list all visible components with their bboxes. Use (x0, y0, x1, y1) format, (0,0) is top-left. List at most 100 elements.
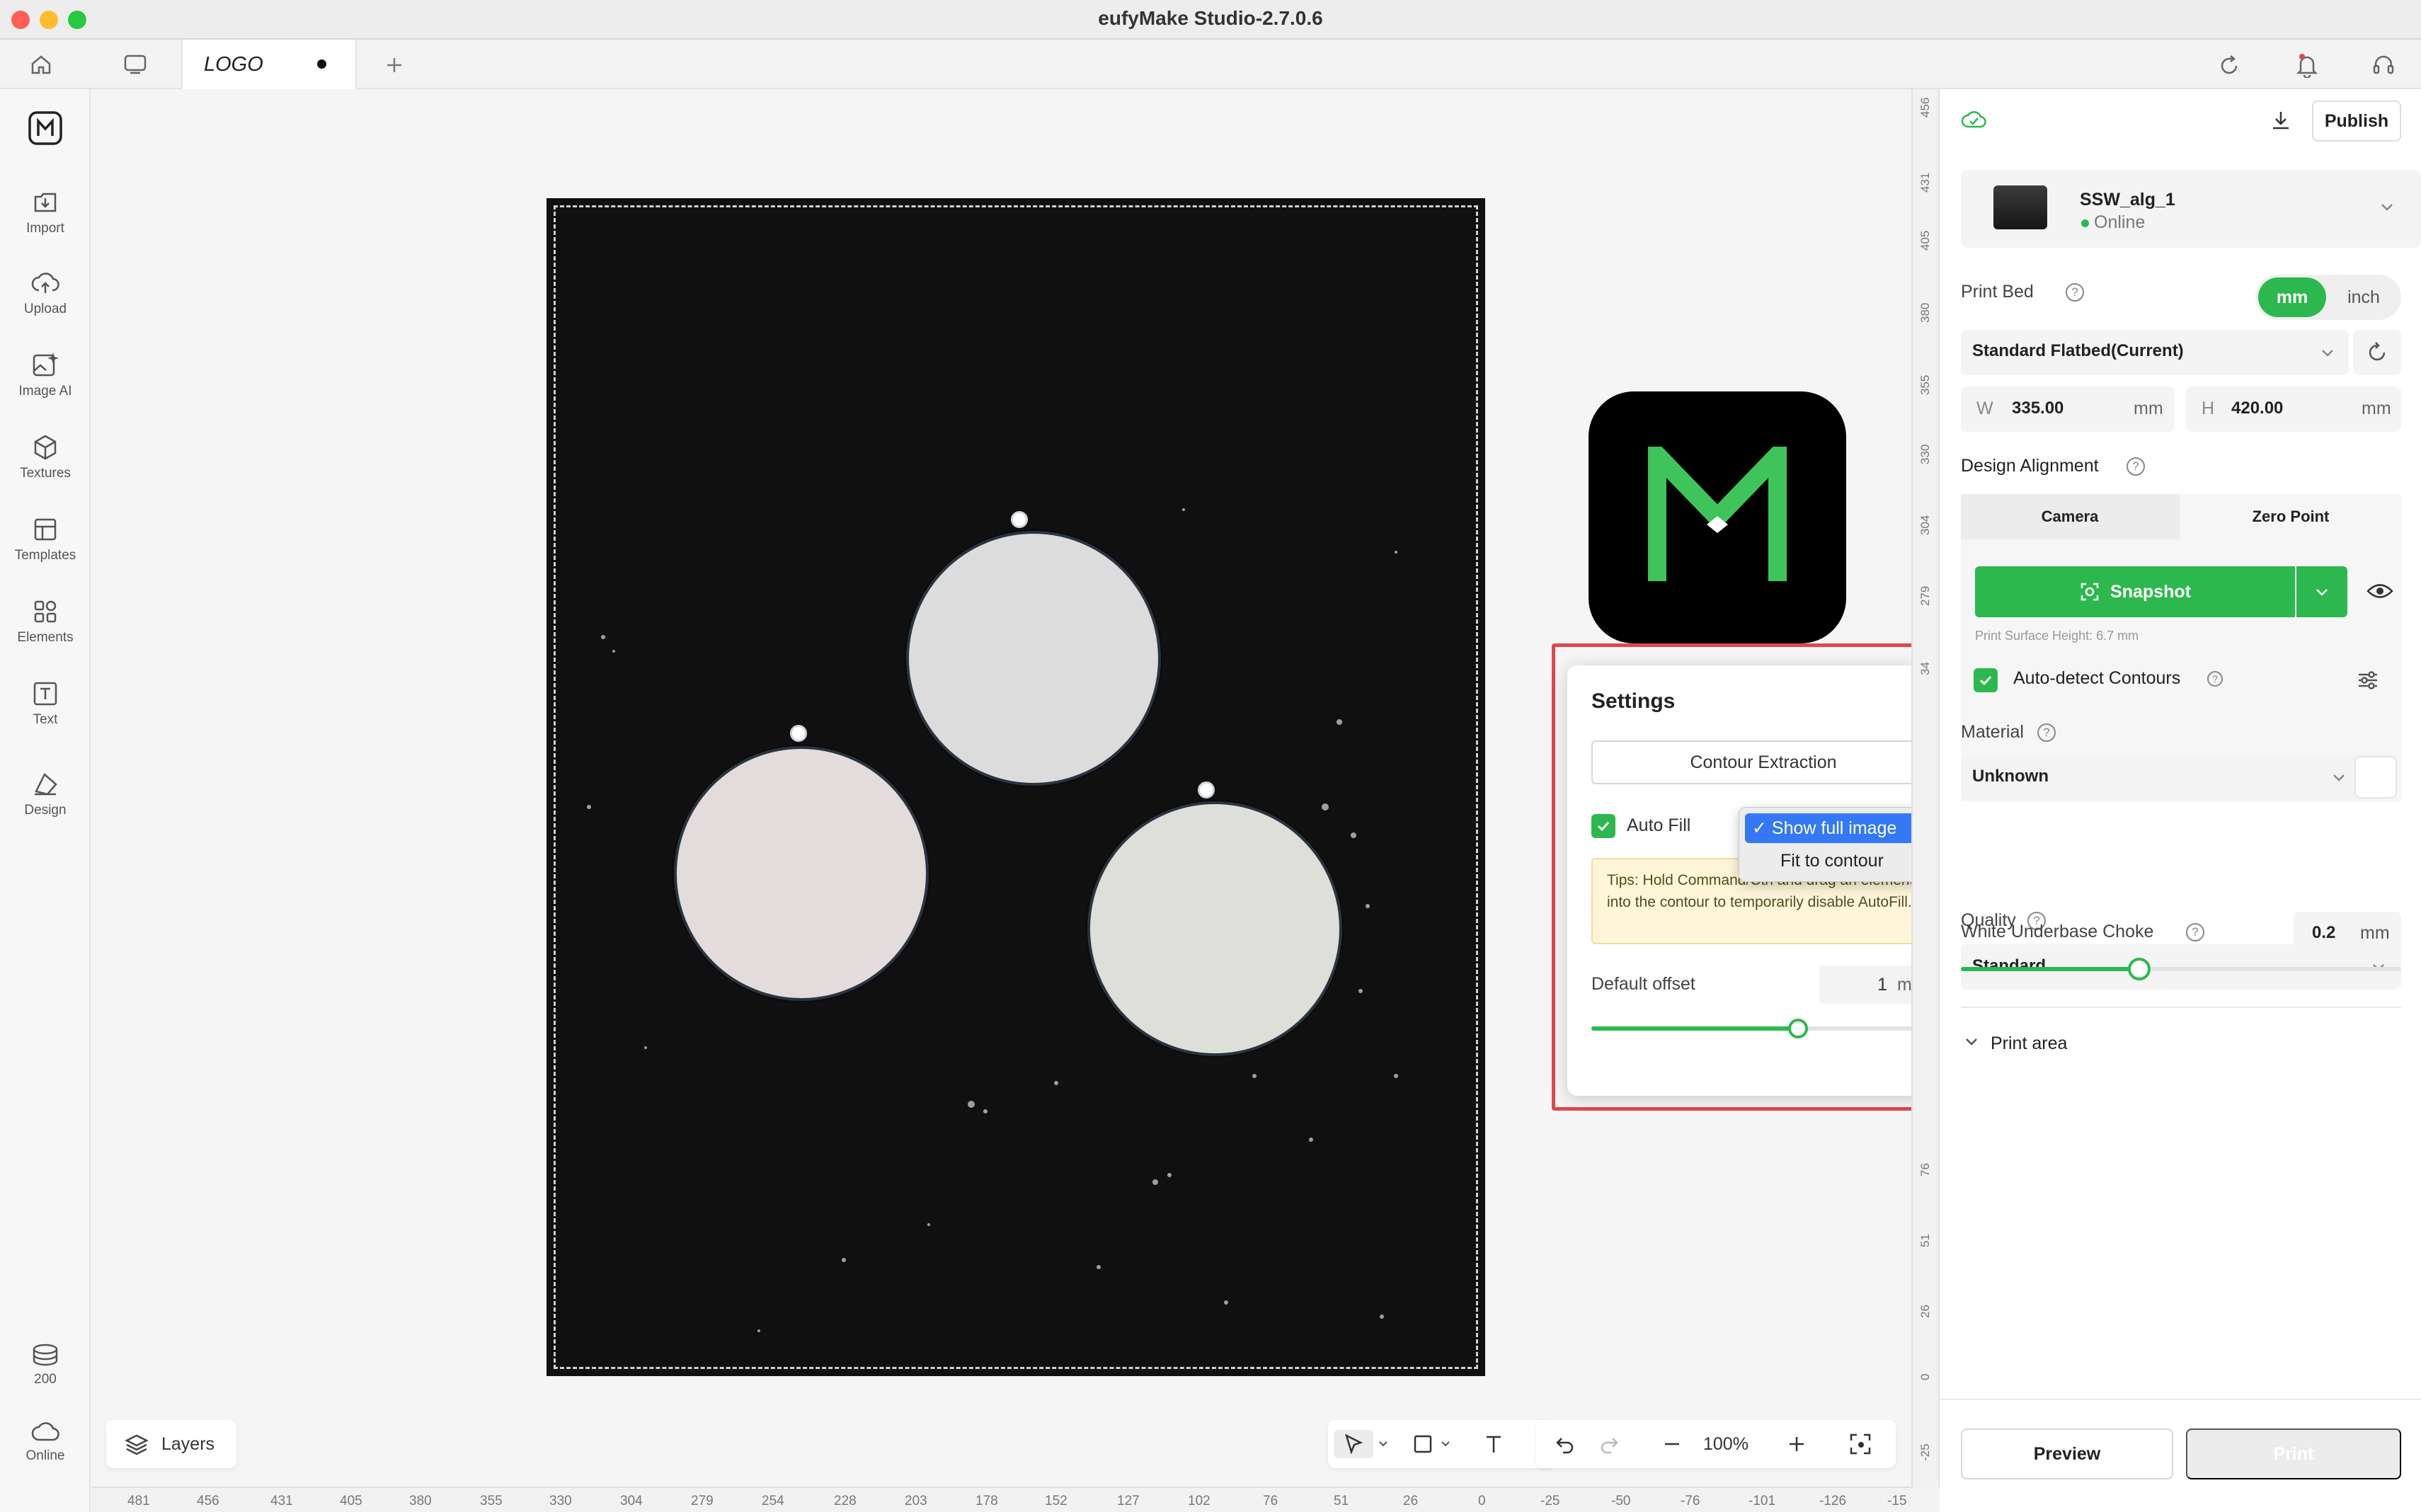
rectangle-tool[interactable] (1409, 1430, 1437, 1458)
unsaved-dot (317, 59, 326, 69)
chevron-down-icon (2330, 769, 2347, 789)
snapshot-options-button[interactable] (2296, 566, 2347, 617)
rotate-bed-button[interactable] (2353, 330, 2401, 375)
material-select[interactable]: Unknown (1961, 755, 2362, 800)
sliders-icon[interactable] (2356, 668, 2380, 696)
credits-item[interactable]: 200 (0, 1342, 91, 1387)
offset-slider-thumb[interactable] (1787, 1019, 1808, 1038)
design-icon (35, 772, 57, 796)
ruler-tick-label: 228 (834, 1494, 857, 1508)
publish-button[interactable]: Publish (2312, 101, 2401, 142)
ruler-tick-label: 304 (620, 1494, 643, 1508)
zoom-in-button[interactable] (1782, 1430, 1811, 1458)
undo-icon (1556, 1438, 1574, 1454)
plus-icon[interactable] (382, 53, 406, 77)
height-unit: mm (2362, 399, 2391, 418)
width-field[interactable]: W 335.00 mm (1961, 386, 2175, 432)
chat-icon[interactable] (122, 52, 149, 77)
eye-icon[interactable] (2366, 580, 2394, 605)
auto-detect-checkbox[interactable] (1974, 668, 1998, 692)
undo-button[interactable] (1550, 1430, 1579, 1458)
unit-inch-button[interactable]: inch (2329, 277, 2398, 317)
ruler-tick-label: 279 (691, 1494, 714, 1508)
square-icon (1414, 1435, 1432, 1453)
ruler-tick-label: 0 (1918, 1373, 1932, 1380)
ruler-tick-label: 456 (1918, 97, 1932, 118)
text-tool[interactable] (1480, 1430, 1508, 1458)
m-logo-icon (1648, 447, 1787, 581)
rotate-handle[interactable] (790, 725, 807, 742)
fit-view-button[interactable] (1846, 1430, 1875, 1458)
sidebar-item-text[interactable]: Text (0, 680, 91, 728)
sidebar-item-elements[interactable]: Elements (0, 597, 91, 646)
cursor-icon (1344, 1433, 1363, 1455)
help-icon[interactable]: ? (2066, 283, 2084, 302)
auto-fill-label: Auto Fill (1627, 815, 1691, 835)
quality-select[interactable]: Standard (1961, 944, 2401, 990)
zoom-out-button[interactable] (1658, 1430, 1686, 1458)
home-icon[interactable] (28, 52, 54, 77)
help-icon[interactable]: ? (2027, 912, 2046, 930)
chevron-down-icon (2316, 589, 2328, 596)
offset-slider[interactable] (1591, 1019, 1935, 1038)
headset-icon[interactable] (2370, 51, 2397, 79)
material-value: Unknown (1972, 767, 2049, 786)
ruler-tick-label: 355 (1918, 374, 1932, 395)
bed-type-select[interactable]: Standard Flatbed(Current) (1961, 330, 2349, 375)
cloud-sync-icon[interactable] (1961, 109, 1986, 134)
contour-extraction-button[interactable]: Contour Extraction (1591, 740, 1935, 784)
online-status-item[interactable]: Online (0, 1420, 91, 1464)
zoom-level[interactable]: 100% (1703, 1434, 1748, 1455)
device-name: SSW_alg_1 (2080, 190, 2175, 210)
auto-fill-checkbox[interactable] (1591, 814, 1615, 838)
height-field[interactable]: H 420.00 mm (2186, 386, 2401, 432)
text-tool-icon (1487, 1436, 1501, 1453)
sidebar-item-templates[interactable]: Templates (0, 515, 91, 563)
option-fit-to-contour[interactable]: Fit to contour (1745, 846, 1921, 876)
material-color-swatch[interactable] (2354, 756, 2397, 798)
circle-sticker-right[interactable] (1087, 801, 1342, 1056)
ruler-tick-label: 254 (762, 1494, 784, 1508)
download-icon[interactable] (2270, 109, 2292, 135)
chevron-down-icon[interactable] (1438, 1430, 1453, 1458)
chevron-down-icon[interactable] (1376, 1430, 1390, 1458)
snapshot-button[interactable]: Snapshot (1975, 566, 2295, 617)
ruler-tick-label: 380 (409, 1494, 432, 1508)
device-selector[interactable]: SSW_alg_1 Online (1961, 170, 2421, 248)
redo-button[interactable] (1596, 1430, 1624, 1458)
select-tool[interactable] (1334, 1430, 1373, 1458)
tab-logo[interactable]: LOGO (181, 40, 357, 89)
sidebar-item-upload[interactable]: Upload (0, 269, 91, 317)
refresh-icon[interactable] (2216, 52, 2243, 79)
check-icon (1597, 821, 1610, 832)
unit-mm-button[interactable]: mm (2258, 277, 2326, 317)
sidebar-item-design[interactable]: Design (0, 770, 91, 818)
sidebar-item-label: Templates (14, 548, 76, 563)
circle-sticker-left[interactable] (674, 746, 929, 1001)
ruler-tick-label: 431 (270, 1494, 293, 1508)
ruler-tick-label: 26 (1403, 1494, 1419, 1508)
brand-logo-image[interactable] (1589, 391, 1846, 643)
tab-camera[interactable]: Camera (1961, 494, 2179, 539)
circle-sticker-top[interactable] (906, 531, 1161, 786)
layers-button[interactable]: Layers (106, 1420, 236, 1468)
print-bed-artboard[interactable] (546, 198, 1485, 1376)
unit-toggle: mm inch (2255, 275, 2401, 320)
quality-value: Standard (1972, 956, 2047, 975)
help-icon[interactable]: ? (2207, 671, 2223, 687)
help-icon[interactable]: ? (2127, 457, 2145, 476)
sidebar-item-image-ai[interactable]: Image AI (0, 351, 91, 399)
rotate-handle[interactable] (1011, 511, 1028, 528)
quality-label: Quality (1961, 910, 2016, 930)
rotate-handle[interactable] (1198, 781, 1215, 798)
ruler-tick-label: -15 (1887, 1494, 1907, 1508)
sidebar-item-textures[interactable]: Textures (0, 433, 91, 481)
sidebar-item-import[interactable]: Import (0, 188, 91, 236)
ruler-tick-label: 102 (1188, 1494, 1210, 1508)
tab-zero-point[interactable]: Zero Point (2180, 494, 2401, 539)
bell-icon[interactable] (2294, 51, 2320, 79)
ruler-tick-label: -25 (1918, 1443, 1932, 1461)
help-icon[interactable]: ? (2037, 723, 2056, 742)
material-label: Material (1961, 722, 2024, 742)
option-show-full-image[interactable]: ✓ Show full image (1745, 813, 1921, 843)
